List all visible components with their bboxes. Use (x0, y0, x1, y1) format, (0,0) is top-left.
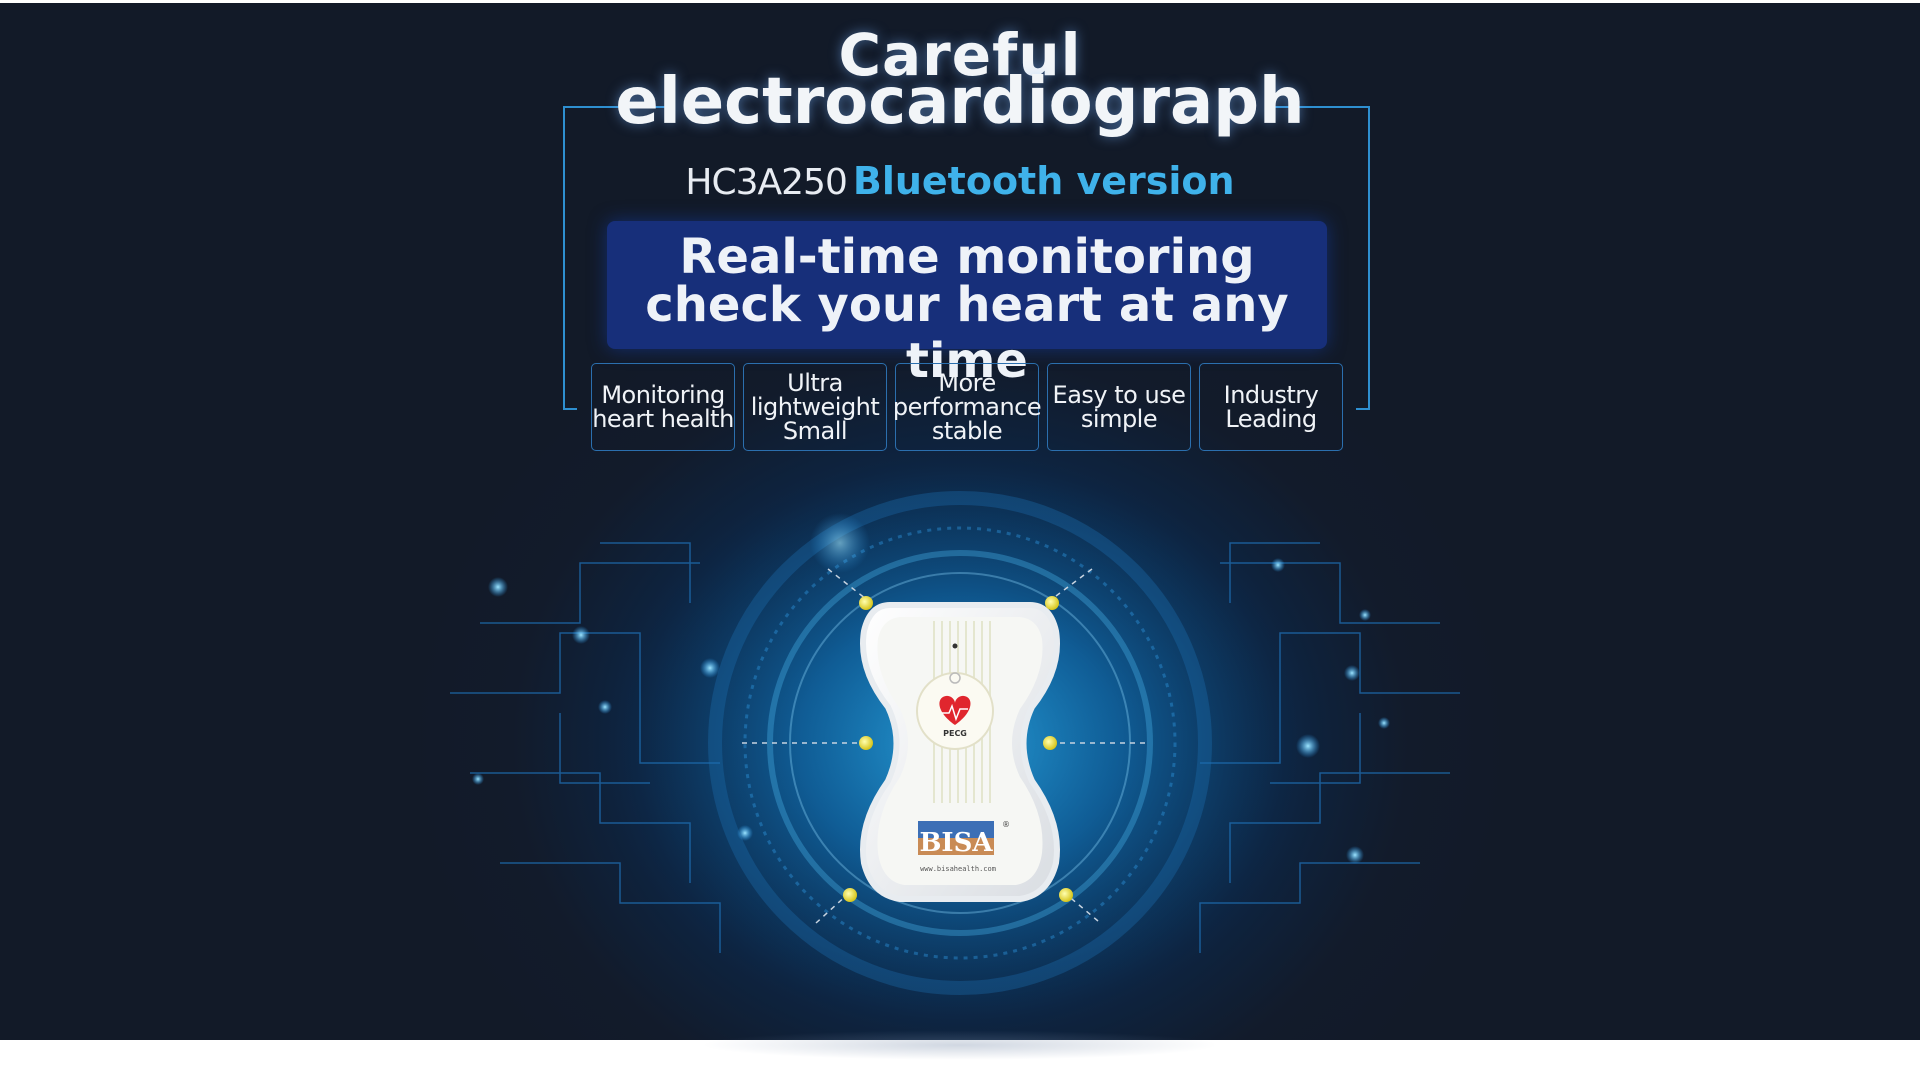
version-label: Bluetooth version (852, 159, 1235, 203)
feature-text: More (938, 369, 996, 397)
bottom-shadow (700, 1030, 1220, 1060)
device-website: www.bisahealth.com (920, 865, 996, 873)
model-number: HC3A250 (685, 162, 847, 203)
svg-text:®: ® (1002, 820, 1010, 829)
feature-text: lightweight (750, 393, 880, 421)
feature-text: Ultra (787, 369, 843, 397)
feature-text: stable (931, 417, 1003, 445)
hero-banner: PECG BISA ® www.bisahealth.com Careful e… (0, 3, 1920, 1040)
product-subtitle: HC3A250 Bluetooth version (0, 159, 1920, 203)
feature-text: Industry (1223, 381, 1319, 409)
frame-right-side (1368, 106, 1370, 410)
feature-text: Monitoring (601, 381, 725, 409)
feature-performance: More performance stable (892, 363, 1042, 451)
feature-monitoring: Monitoring heart health (591, 363, 735, 451)
frame-right-bottom (1356, 408, 1370, 410)
device-badge-text: PECG (943, 729, 967, 738)
feature-industry-leading: Industry Leading (1199, 363, 1343, 451)
feature-text: simple (1080, 405, 1158, 433)
frame-left-side (563, 106, 565, 410)
feature-lightweight: Ultra lightweight Small (743, 363, 887, 451)
feature-text: performance (892, 393, 1042, 421)
device-logo: BISA (919, 828, 993, 858)
feature-text: Easy to use (1052, 381, 1186, 409)
feature-text: heart health (592, 405, 734, 433)
title-line-2: electrocardiograph (615, 65, 1305, 139)
feature-text: Leading (1225, 405, 1317, 433)
feature-text: Small (782, 417, 848, 445)
slogan-box: Real-time monitoring check your heart at… (607, 221, 1327, 389)
frame-left-bottom (563, 408, 577, 410)
feature-easy-to-use: Easy to use simple (1047, 363, 1191, 451)
